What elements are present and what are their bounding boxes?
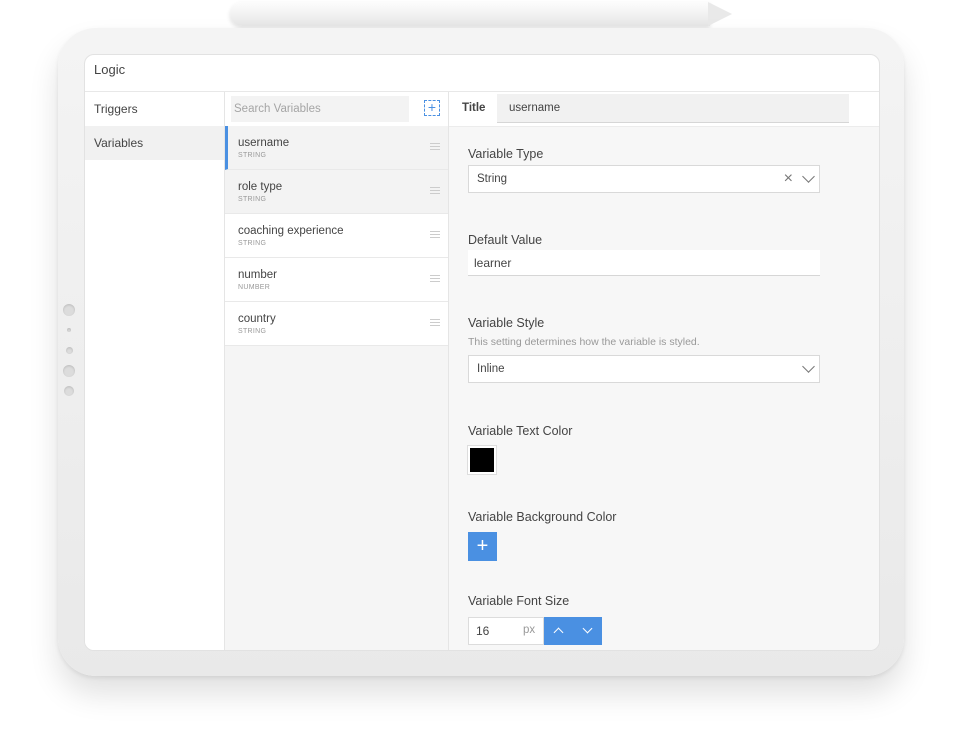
variable-style-description: This setting determines how the variable… <box>468 336 700 348</box>
increment-button[interactable] <box>544 617 573 645</box>
chevron-down-icon[interactable] <box>802 360 815 373</box>
side-button <box>67 328 71 332</box>
variable-name: coaching experience <box>238 225 344 237</box>
font-size-unit: px <box>523 624 536 636</box>
decrement-button[interactable] <box>573 617 602 645</box>
variable-type: STRING <box>238 196 267 203</box>
variable-type: STRING <box>238 328 267 335</box>
side-button <box>66 347 73 354</box>
left-navigation: Triggers Variables <box>85 92 225 650</box>
plus-icon: + <box>427 99 437 115</box>
drag-handle-icon[interactable] <box>430 319 440 328</box>
variable-style-select[interactable]: Inline <box>468 355 820 383</box>
nav-item-variables[interactable]: Variables <box>85 126 224 160</box>
variable-type: NUMBER <box>238 284 271 291</box>
drag-handle-icon[interactable] <box>430 275 440 284</box>
variables-list-panel: + username STRING role type STRING coach… <box>225 92 449 650</box>
font-size-label: Variable Font Size <box>468 594 570 608</box>
side-button <box>63 365 75 377</box>
clear-icon[interactable]: × <box>784 166 793 192</box>
search-row: + <box>225 92 448 126</box>
variable-item-username[interactable]: username STRING <box>225 126 448 170</box>
chevron-down-icon[interactable] <box>802 170 815 183</box>
add-background-color-button[interactable]: + <box>468 532 497 561</box>
side-button <box>63 304 75 316</box>
text-color-label: Variable Text Color <box>468 424 573 438</box>
app-header: Logic <box>85 55 879 92</box>
variable-item-number[interactable]: number NUMBER <box>225 258 448 302</box>
search-variables-input[interactable] <box>231 96 409 122</box>
font-size-stepper: px <box>468 617 602 645</box>
variable-item-country[interactable]: country STRING <box>225 302 448 346</box>
stylus-tip <box>708 2 732 26</box>
app-title: Logic <box>94 62 126 77</box>
side-button <box>64 386 74 396</box>
variable-name: role type <box>238 181 283 193</box>
drag-handle-icon[interactable] <box>430 143 440 152</box>
variable-type-select[interactable]: String × <box>468 165 820 193</box>
plus-icon: + <box>476 535 489 557</box>
text-color-swatch[interactable] <box>468 446 496 474</box>
chevron-down-icon <box>582 623 593 634</box>
drag-handle-icon[interactable] <box>430 187 440 196</box>
title-input[interactable] <box>497 94 849 123</box>
variable-name: country <box>238 313 276 325</box>
variable-item-role-type[interactable]: role type STRING <box>225 170 448 214</box>
variable-type: STRING <box>238 240 267 247</box>
variable-style-value: Inline <box>477 363 505 375</box>
background-color-label: Variable Background Color <box>468 510 617 524</box>
chevron-up-icon <box>553 627 564 638</box>
title-label: Title <box>462 102 486 114</box>
app-screen: Logic Triggers Variables + username STRI… <box>84 54 880 651</box>
variable-type-value: String <box>477 173 508 185</box>
variable-type-label: Variable Type <box>468 147 544 161</box>
variable-name: username <box>238 137 290 149</box>
default-value-label: Default Value <box>468 233 543 247</box>
add-variable-button[interactable]: + <box>424 100 440 116</box>
nav-item-triggers[interactable]: Triggers <box>85 92 224 126</box>
variable-settings-panel: Title Variable Type String × Default Val… <box>449 92 879 650</box>
default-value-input[interactable] <box>468 250 820 276</box>
variable-type: STRING <box>238 152 267 159</box>
title-row: Title <box>449 92 879 127</box>
drag-handle-icon[interactable] <box>430 231 440 240</box>
variable-style-label: Variable Style <box>468 316 545 330</box>
variable-name: number <box>238 269 277 281</box>
stylus-pencil <box>230 2 710 26</box>
variable-item-coaching-experience[interactable]: coaching experience STRING <box>225 214 448 258</box>
